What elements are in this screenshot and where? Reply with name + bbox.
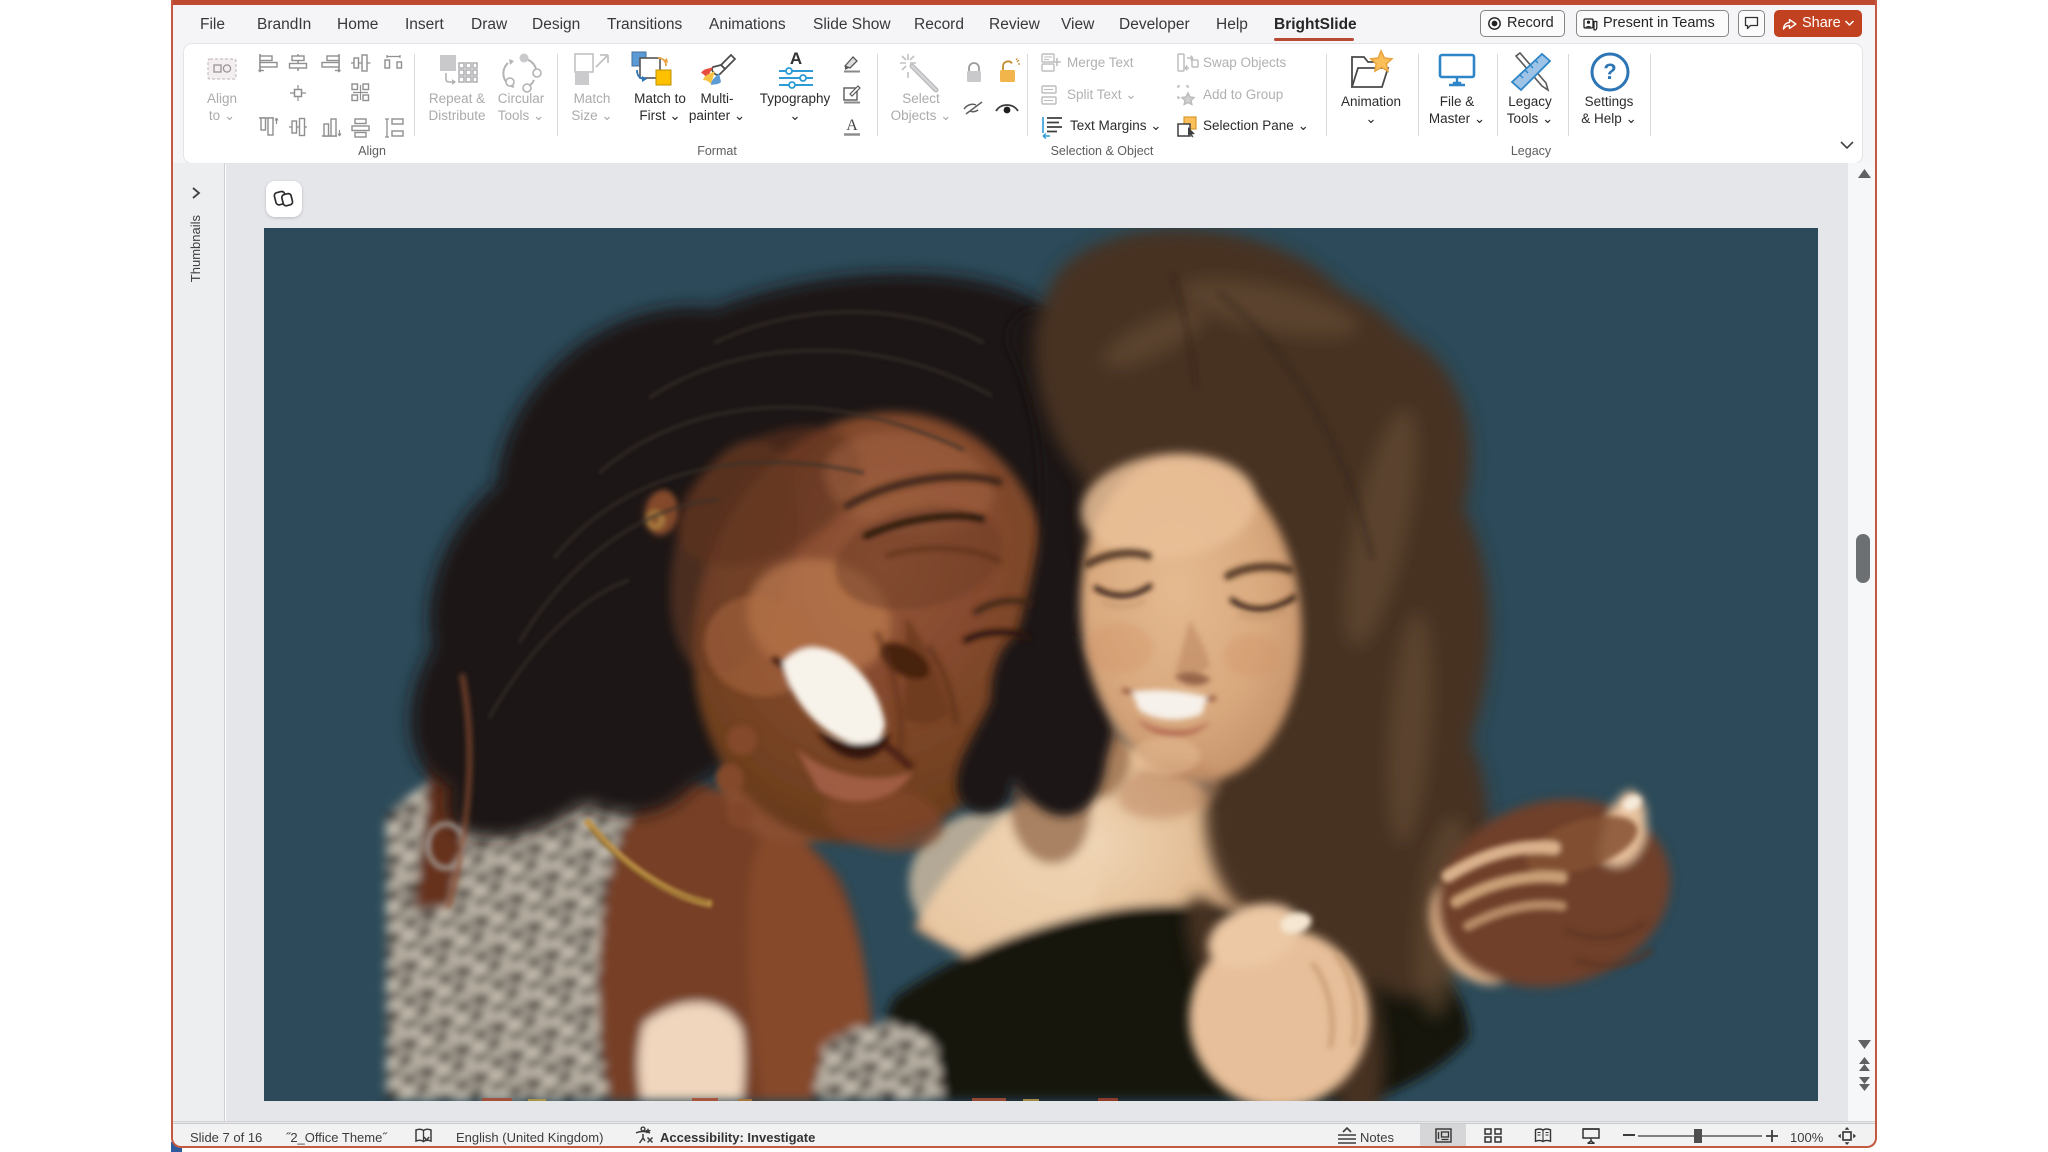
svg-text:A: A [846, 117, 858, 134]
svg-text:A: A [790, 50, 802, 68]
svg-text:?: ? [1603, 59, 1616, 84]
